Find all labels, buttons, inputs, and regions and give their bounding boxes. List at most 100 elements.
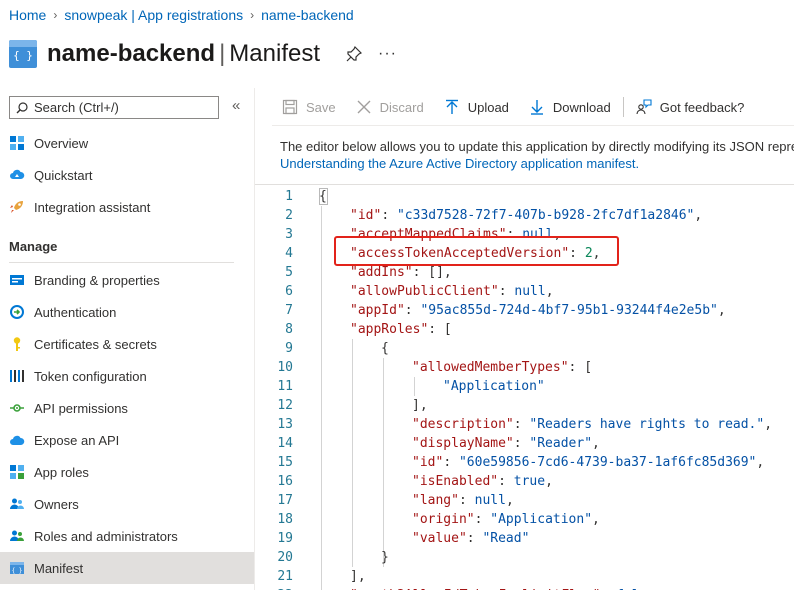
sidebar-item-owners[interactable]: Owners	[0, 488, 254, 520]
sidebar-item-branding[interactable]: Branding & properties	[0, 264, 254, 296]
sidebar-item-expose-api[interactable]: Expose an API	[0, 424, 254, 456]
line-number: 4	[285, 246, 293, 261]
line-number: 8	[285, 322, 293, 337]
page-header: { } name-backend | Manifest ···	[9, 34, 397, 74]
sidebar-item-certificates[interactable]: Certificates & secrets	[0, 328, 254, 360]
page-subtitle: Manifest	[229, 40, 320, 67]
code-line[interactable]: 11 "Application"	[255, 377, 794, 396]
app-registration-icon: { }	[9, 40, 37, 68]
sidebar-item-roles-administrators[interactable]: Roles and administrators	[0, 520, 254, 552]
code-text: "origin": "Application",	[412, 510, 600, 529]
code-token: "appId"	[350, 303, 405, 318]
sidebar-item-label: Token configuration	[34, 368, 147, 384]
line-number: 13	[277, 417, 293, 432]
command-bar: Save Discard Upload Download Got feedbac…	[282, 96, 764, 118]
sidebar-item-manifest[interactable]: { } Manifest	[0, 552, 254, 584]
code-token: :	[404, 303, 421, 318]
code-line[interactable]: 2 "id": "c33d7528-72f7-407b-b928-2fc7df1a…	[255, 206, 794, 225]
code-line[interactable]: 13 "description": "Readers have rights to…	[255, 415, 794, 434]
sidebar-item-app-roles[interactable]: App roles	[0, 456, 254, 488]
code-line[interactable]: 7 "appId": "95ac855d-724d-4bf7-95b1-93244…	[255, 301, 794, 320]
line-number: 12	[277, 398, 293, 413]
sidebar-item-overview[interactable]: Overview	[0, 127, 254, 159]
code-line[interactable]: 22 "oauth2AllowIdTokenImplicitFlow": fals…	[255, 586, 794, 590]
code-token: :	[458, 493, 475, 508]
line-number: 10	[277, 360, 293, 375]
breadcrumb-home[interactable]: Home	[9, 7, 46, 23]
close-icon	[356, 99, 372, 115]
search-input[interactable]: Search (Ctrl+/)	[9, 96, 219, 119]
code-token: ,	[694, 208, 703, 223]
code-token: : [	[428, 322, 452, 337]
sidebar-item-authentication[interactable]: Authentication	[0, 296, 254, 328]
code-text: {	[319, 187, 327, 206]
code-token: :	[466, 531, 483, 546]
title-separator: |	[219, 40, 226, 67]
code-line[interactable]: 20}	[255, 548, 794, 567]
sidebar-item-integration-assistant[interactable]: Integration assistant	[0, 191, 254, 223]
manifest-docs-link[interactable]: Understanding the Azure Active Directory…	[280, 156, 639, 171]
code-token: "id"	[350, 208, 382, 223]
download-button[interactable]: Download	[529, 99, 611, 115]
line-number: 18	[277, 512, 293, 527]
line-number: 2	[285, 208, 293, 223]
sidebar-item-label: Certificates & secrets	[34, 336, 157, 352]
upload-button[interactable]: Upload	[444, 99, 509, 115]
code-token: :	[381, 208, 397, 223]
code-text: "displayName": "Reader",	[412, 434, 600, 453]
more-options-icon[interactable]: ···	[378, 45, 397, 63]
code-line[interactable]: 16 "isEnabled": true,	[255, 472, 794, 491]
discard-button[interactable]: Discard	[356, 99, 424, 115]
code-text: {	[381, 339, 389, 358]
sidebar-item-label: Authentication	[34, 304, 117, 320]
code-line[interactable]: 9{	[255, 339, 794, 358]
code-token: {	[319, 189, 327, 204]
save-button[interactable]: Save	[282, 99, 336, 115]
code-line[interactable]: 1{	[255, 187, 794, 206]
sidebar-item-label: Manifest	[34, 560, 84, 576]
code-line[interactable]: 8 "appRoles": [	[255, 320, 794, 339]
sidebar-item-label: Integration assistant	[34, 199, 151, 215]
sidebar-item-quickstart[interactable]: Quickstart	[0, 159, 254, 191]
code-line[interactable]: 12],	[255, 396, 794, 415]
code-token: "Read"	[482, 531, 530, 546]
code-line[interactable]: 10 "allowedMemberTypes": [	[255, 358, 794, 377]
cloud-icon	[9, 432, 25, 448]
line-number: 6	[285, 284, 293, 299]
code-token: : [	[568, 360, 593, 375]
code-token: :	[443, 455, 459, 470]
code-token: {	[381, 341, 389, 356]
code-line[interactable]: 21],	[255, 567, 794, 586]
code-line[interactable]: 6 "allowPublicClient": null,	[255, 282, 794, 301]
authentication-icon	[9, 304, 25, 320]
sidebar-item-token-configuration[interactable]: Token configuration	[0, 360, 254, 392]
sidebar-item-label: API permissions	[34, 400, 128, 416]
line-number: 16	[277, 474, 293, 489]
breadcrumb-app-registrations[interactable]: snowpeak | App registrations	[64, 7, 243, 23]
toolbar-separator	[622, 97, 624, 117]
code-line[interactable]: 15 "id": "60e59856-7cd6-4739-ba37-1af6fc8…	[255, 453, 794, 472]
pin-icon[interactable]	[346, 45, 363, 62]
rocket-icon	[9, 199, 25, 215]
code-text: "allowPublicClient": null,	[350, 282, 554, 301]
line-number: 15	[277, 455, 293, 470]
collapse-sidebar-icon[interactable]: «	[232, 97, 240, 114]
feedback-label: Got feedback?	[659, 99, 745, 115]
feedback-button[interactable]: Got feedback?	[636, 99, 745, 115]
code-text: ],	[412, 396, 428, 415]
breadcrumb-app[interactable]: name-backend	[261, 7, 354, 23]
code-line[interactable]: 18 "origin": "Application",	[255, 510, 794, 529]
code-token: ],	[412, 398, 428, 413]
code-token: }	[381, 550, 389, 565]
code-token: ,	[756, 455, 765, 470]
code-line[interactable]: 14 "displayName": "Reader",	[255, 434, 794, 453]
code-line[interactable]: 17 "lang": null,	[255, 491, 794, 510]
page-title: name-backend | Manifest	[47, 40, 320, 68]
code-text: "appRoles": [	[350, 320, 452, 339]
sidebar-item-api-permissions[interactable]: API permissions	[0, 392, 254, 424]
code-line[interactable]: 19 "value": "Read"	[255, 529, 794, 548]
token-bars-icon	[9, 368, 25, 384]
code-text: "Application"	[443, 377, 545, 396]
code-text: "description": "Readers have rights to r…	[412, 415, 772, 434]
sidebar-item-label: Branding & properties	[34, 272, 160, 288]
